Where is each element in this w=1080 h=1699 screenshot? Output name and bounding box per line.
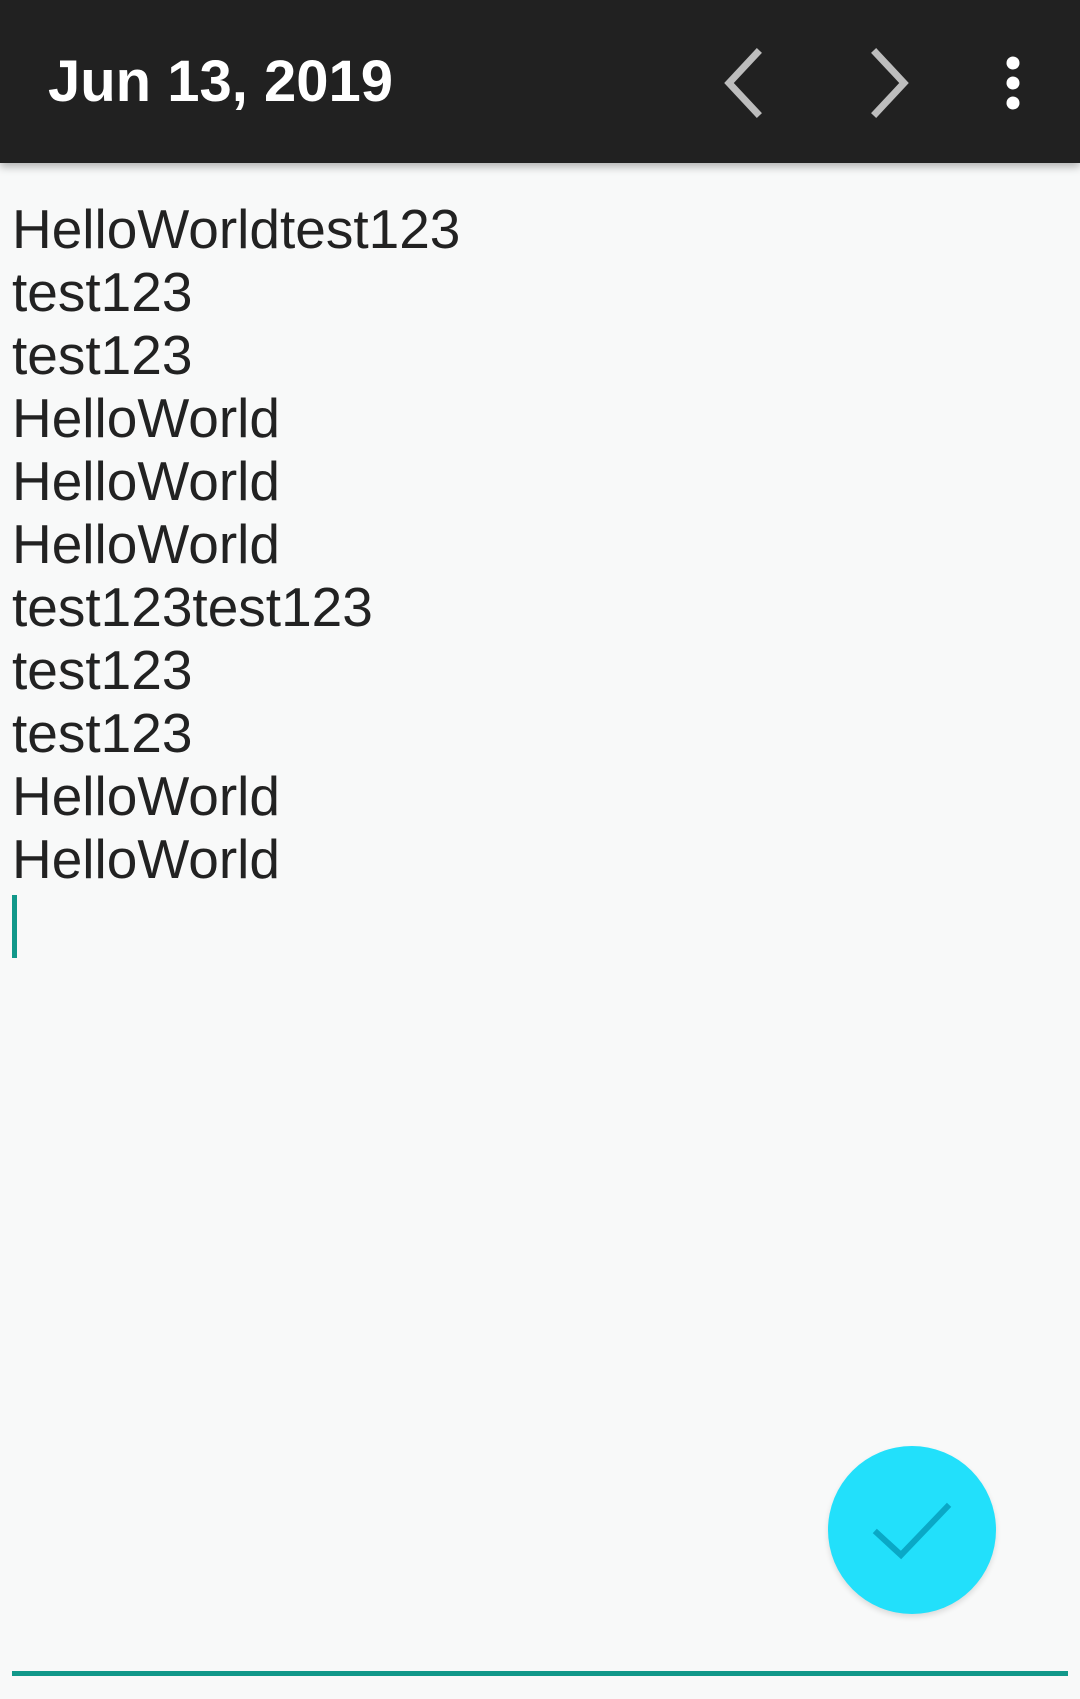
date-title: Jun 13, 2019	[48, 49, 393, 114]
more-options-button[interactable]	[968, 38, 1058, 128]
note-text[interactable]: HelloWorldtest123 test123 test123 HelloW…	[12, 198, 460, 891]
previous-day-button[interactable]	[700, 38, 790, 128]
app-toolbar: Jun 13, 2019	[0, 0, 1080, 163]
text-cursor	[12, 895, 17, 958]
more-vertical-icon	[1006, 56, 1020, 110]
check-icon	[872, 1502, 952, 1560]
chevron-right-icon	[871, 48, 909, 118]
save-button[interactable]	[828, 1446, 996, 1614]
editor-underline	[12, 1671, 1068, 1676]
chevron-left-icon	[724, 48, 762, 118]
next-day-button[interactable]	[843, 38, 933, 128]
